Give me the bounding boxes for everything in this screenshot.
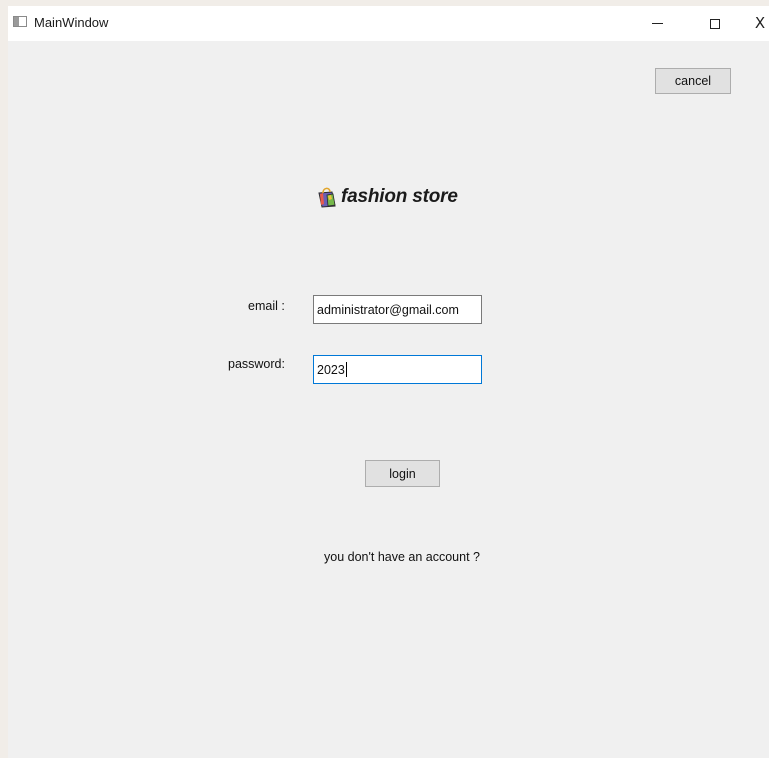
email-label: email : bbox=[248, 299, 285, 313]
email-value: administrator@gmail.com bbox=[317, 302, 459, 317]
close-button[interactable]: X bbox=[745, 6, 769, 41]
text-caret bbox=[345, 362, 347, 377]
email-field[interactable]: administrator@gmail.com bbox=[313, 295, 482, 324]
login-panel: cancel fashion store email : administrat… bbox=[8, 41, 769, 758]
maximize-icon bbox=[710, 18, 720, 29]
title-bar[interactable]: MainWindow X bbox=[8, 6, 769, 41]
login-button[interactable]: login bbox=[365, 460, 440, 487]
app-window-icon bbox=[13, 16, 27, 27]
maximize-button[interactable] bbox=[692, 6, 738, 41]
close-icon: X bbox=[754, 14, 766, 32]
no-account-prompt: you don't have an account ? bbox=[324, 550, 480, 564]
password-field[interactable]: 2023 bbox=[313, 355, 482, 384]
cancel-button[interactable]: cancel bbox=[655, 68, 731, 94]
brand-name: fashion store bbox=[341, 186, 458, 207]
main-window: MainWindow X cancel fashion store email … bbox=[8, 6, 769, 758]
window-title: MainWindow bbox=[34, 15, 109, 30]
shopping-bag-icon bbox=[316, 185, 338, 209]
password-label: password: bbox=[228, 357, 285, 371]
store-logo: fashion store bbox=[316, 185, 458, 209]
minimize-icon bbox=[651, 23, 663, 24]
password-value: 2023 bbox=[317, 362, 345, 377]
minimize-button[interactable] bbox=[634, 6, 680, 41]
